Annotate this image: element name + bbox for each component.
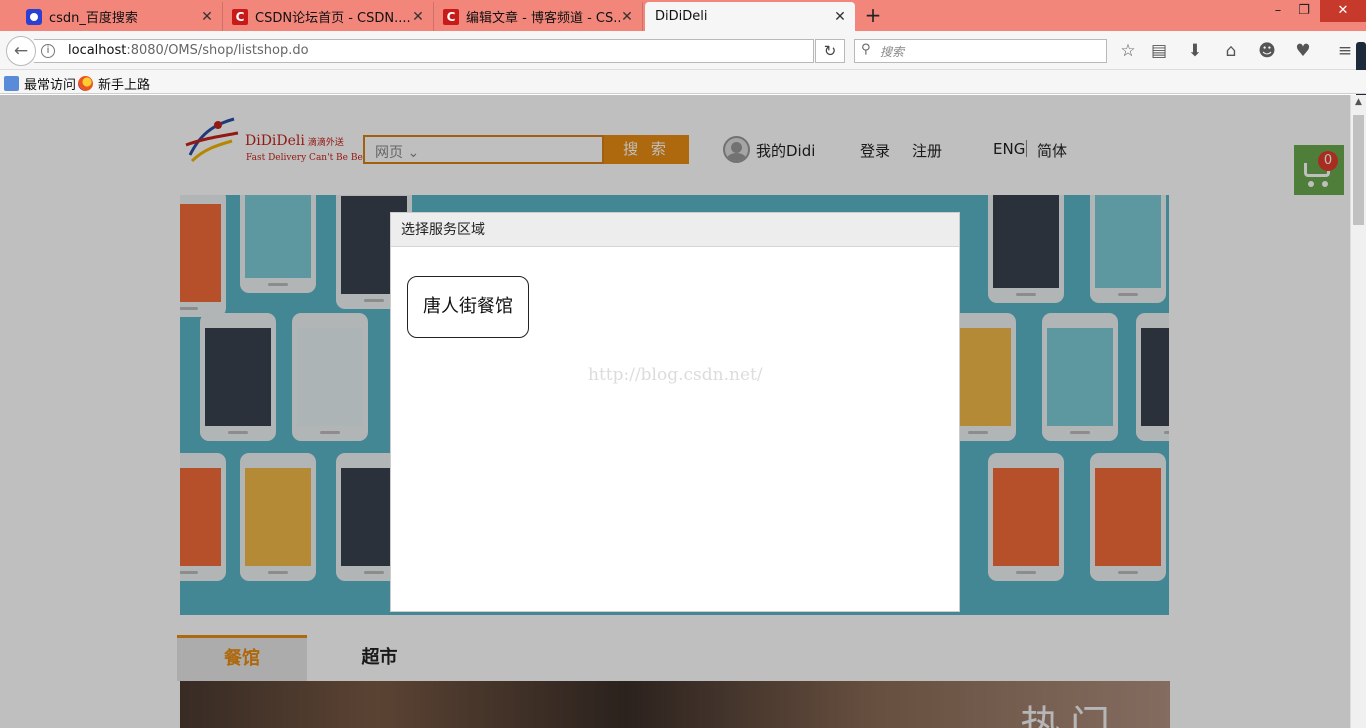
window-close-button[interactable]: ✕ [1320, 0, 1366, 22]
back-button[interactable]: ← [6, 36, 36, 66]
new-tab-button[interactable]: + [862, 5, 884, 27]
browser-tab-bar: csdn_百度搜索 ✕ C CSDN论坛首页 - CSDN.... ✕ C 编辑… [0, 0, 1366, 31]
download-icon[interactable]: ⬇ [1184, 40, 1206, 62]
csdn-icon: C [232, 8, 248, 25]
minimize-button[interactable]: – [1264, 0, 1292, 22]
url-path: :8080/OMS/shop/listshop.do [126, 43, 309, 58]
browser-tab-baidu[interactable]: csdn_百度搜索 ✕ [18, 2, 223, 31]
close-icon[interactable]: ✕ [200, 10, 214, 24]
tab-title: csdn_百度搜索 [49, 11, 138, 26]
browser-tab-csdn-forum[interactable]: C CSDN论坛首页 - CSDN.... ✕ [224, 2, 434, 31]
bookmark-most-visited[interactable]: 最常访问 [4, 74, 76, 93]
browser-tab-dididel[interactable]: DiDiDeli ✕ [645, 2, 855, 31]
select-area-dialog: 选择服务区域 唐人街餐馆 http://blog.csdn.net/ [390, 212, 960, 612]
bookmarks-toolbar [0, 70, 1366, 94]
baidu-icon [26, 8, 42, 25]
browser-search-input[interactable]: ⚲ 搜索 [854, 39, 1107, 63]
bookmark-label: 最常访问 [24, 78, 77, 93]
info-icon[interactable]: i [41, 44, 55, 58]
page-viewport: DiDiDeli 滴滴外送 Fast Delivery Can't Be Beat… [0, 95, 1350, 728]
menu-icon[interactable]: ≡ [1334, 40, 1356, 62]
csdn-icon: C [443, 8, 459, 25]
bookmark-folder-icon [4, 76, 19, 91]
page-scrollbar[interactable]: ▲ [1350, 95, 1366, 728]
search-icon: ⚲ [861, 42, 871, 57]
arrow-left-icon: ← [13, 41, 29, 61]
tab-title: DiDiDeli [655, 9, 708, 24]
search-placeholder: 搜索 [880, 45, 905, 59]
hello-chat-icon[interactable]: ☻ [1256, 40, 1278, 62]
scroll-up-icon[interactable]: ▲ [1351, 97, 1366, 107]
tab-title: 编辑文章 - 博客频道 - CS... [466, 11, 620, 26]
dialog-title: 选择服务区域 [391, 213, 959, 247]
bookmark-getting-started[interactable]: 新手上路 [78, 74, 150, 93]
close-icon[interactable]: ✕ [833, 10, 847, 24]
scrollbar-thumb[interactable] [1353, 115, 1364, 225]
reload-icon: ↻ [823, 42, 837, 60]
close-icon[interactable]: ✕ [411, 10, 425, 24]
url-host: localhost [68, 43, 127, 58]
pocket-icon[interactable]: ♥ [1292, 40, 1314, 62]
reading-list-icon[interactable]: ▤ [1148, 40, 1170, 62]
area-option-button[interactable]: 唐人街餐馆 [407, 276, 529, 338]
close-icon[interactable]: ✕ [620, 10, 634, 24]
url-text[interactable]: localhost:8080/OMS/shop/listshop.do [68, 43, 309, 58]
tab-title: CSDN论坛首页 - CSDN.... [255, 11, 411, 26]
bookmark-star-icon[interactable]: ☆ [1117, 40, 1139, 62]
browser-tab-csdn-edit[interactable]: C 编辑文章 - 博客频道 - CS... ✕ [435, 2, 643, 31]
firefox-icon [78, 76, 93, 91]
reload-button[interactable]: ↻ [815, 39, 845, 63]
watermark-text: http://blog.csdn.net/ [588, 365, 763, 385]
home-icon[interactable]: ⌂ [1220, 40, 1242, 62]
bookmark-label: 新手上路 [98, 78, 151, 93]
restore-button[interactable]: ❐ [1290, 0, 1318, 22]
